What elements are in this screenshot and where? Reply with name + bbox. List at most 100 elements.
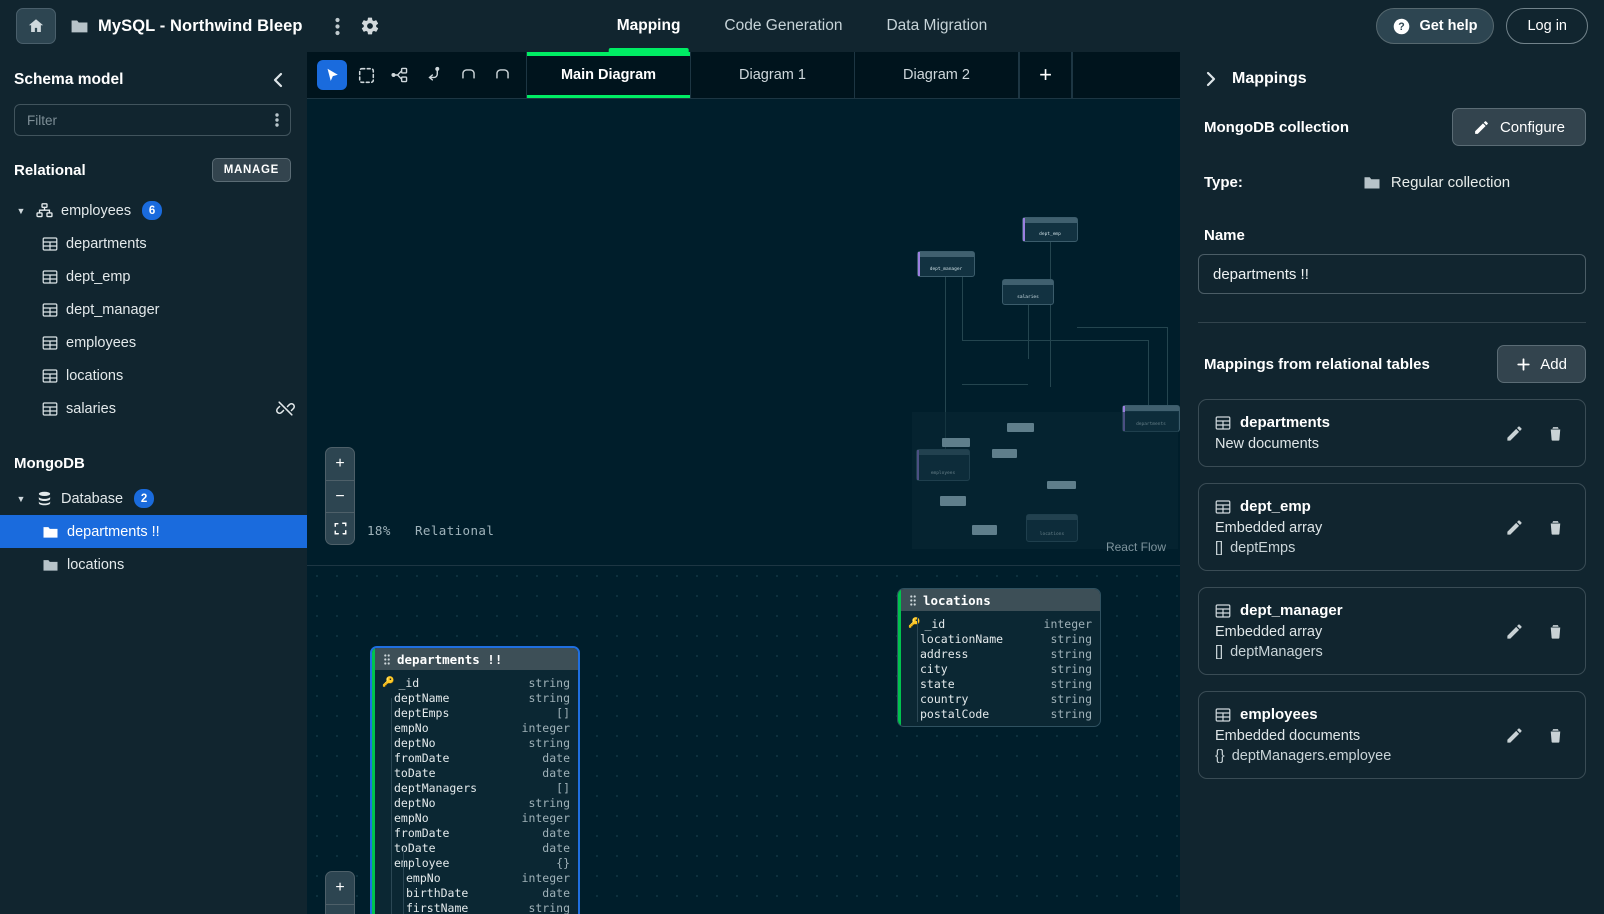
add-mapping-button[interactable]: Add: [1497, 345, 1586, 383]
project-breadcrumb: MySQL - Northwind Bleep: [70, 17, 303, 36]
kebab-menu-icon[interactable]: [325, 13, 351, 39]
app-root: MySQL - Northwind Bleep Mapping Code Gen…: [0, 0, 1604, 914]
drag-handle-icon[interactable]: [910, 594, 916, 606]
mapping-card-departments[interactable]: departments New documents: [1198, 399, 1586, 467]
sidebar-table-label: salaries: [66, 400, 116, 417]
field-type: integer: [521, 870, 570, 885]
trash-icon[interactable]: [1546, 726, 1565, 745]
tab-diagram-2[interactable]: Diagram 2: [854, 52, 1019, 98]
get-help-button[interactable]: ? Get help: [1376, 8, 1495, 44]
zoom-in-button[interactable]: +: [326, 448, 354, 480]
mapping-card-dept-emp[interactable]: dept_emp Embedded array [] deptEmps: [1198, 483, 1586, 571]
login-button[interactable]: Log in: [1506, 8, 1588, 44]
schema-node-header[interactable]: departments !!: [372, 648, 578, 670]
tree-root-employees[interactable]: ▼ employees 6: [0, 194, 307, 227]
filter-field[interactable]: [14, 104, 291, 136]
mongodb-diagram-canvas[interactable]: departments !! 🔑 _id string deptName string…: [307, 566, 1180, 914]
relational-diagram-canvas[interactable]: dept_emp dept_manager salaries departmen…: [307, 99, 1180, 566]
sidebar-collection-departments[interactable]: departments !!: [0, 515, 307, 548]
trash-icon[interactable]: [1546, 518, 1565, 537]
sidebar-table-dept-manager[interactable]: dept_manager: [0, 293, 307, 326]
collection-name-input[interactable]: [1213, 265, 1571, 283]
pencil-icon[interactable]: [1505, 518, 1524, 537]
diagram-node[interactable]: salaries: [1002, 279, 1054, 305]
marquee-select-tool[interactable]: [351, 60, 381, 90]
unlink-icon[interactable]: [276, 399, 295, 418]
sidebar-table-dept-emp[interactable]: dept_emp: [0, 260, 307, 293]
nav-tab-data-migration[interactable]: Data Migration: [864, 0, 1009, 52]
project-tools: [325, 13, 383, 39]
key-icon: 🔑: [382, 677, 395, 688]
chevron-left-icon[interactable]: [267, 70, 289, 90]
node-accent-bar: [372, 648, 375, 914]
schema-node-locations[interactable]: locations 🔑 _id integer locationName string…: [897, 588, 1101, 727]
add-label: Add: [1540, 355, 1567, 373]
tree-root-label: employees: [61, 202, 132, 219]
sidebar-table-employees[interactable]: employees: [0, 326, 307, 359]
table-icon: [42, 269, 58, 285]
fit-view-icon[interactable]: [326, 512, 354, 544]
zoom-out-button[interactable]: −: [326, 904, 354, 914]
diagram-edge: [1077, 327, 1167, 328]
field-type: string: [1050, 691, 1092, 706]
field-type: {}: [556, 855, 570, 870]
field-name: postalCode: [920, 706, 990, 721]
tree-root-database[interactable]: ▼ Database 2: [0, 482, 307, 515]
drag-handle-icon[interactable]: [384, 653, 390, 665]
field-type: string: [528, 675, 570, 690]
chevron-right-icon[interactable]: [1204, 71, 1218, 87]
nav-tab-mapping[interactable]: Mapping: [595, 0, 703, 52]
configure-button[interactable]: Configure: [1451, 108, 1586, 146]
pencil-icon[interactable]: [1505, 424, 1524, 443]
search-input[interactable]: [27, 112, 270, 128]
tab-main-diagram[interactable]: Main Diagram: [526, 52, 691, 98]
schema-field-row: deptName string: [372, 690, 578, 705]
field-type: string: [1050, 661, 1092, 676]
chevron-down-icon[interactable]: ▼: [14, 494, 28, 504]
mapping-card-path-row: [] deptEmps: [1215, 540, 1495, 556]
trash-icon[interactable]: [1546, 622, 1565, 641]
diagram-node-label: dept_emp: [1039, 232, 1061, 237]
select-tool[interactable]: [317, 60, 347, 90]
zoom-in-button[interactable]: +: [326, 872, 354, 904]
sidebar-collection-locations[interactable]: locations: [0, 548, 307, 581]
trash-icon[interactable]: [1546, 424, 1565, 443]
minimap[interactable]: [912, 412, 1178, 549]
sidebar-table-departments[interactable]: departments: [0, 227, 307, 260]
folder-icon: [42, 525, 59, 539]
pencil-icon[interactable]: [1505, 726, 1524, 745]
folder-icon: [70, 18, 89, 34]
diagram-node[interactable]: dept_manager: [917, 251, 975, 277]
undo-tool[interactable]: [453, 60, 483, 90]
manage-button[interactable]: MANAGE: [211, 158, 291, 182]
sidebar-table-salaries[interactable]: salaries: [0, 392, 307, 425]
diagram-node[interactable]: dept_emp: [1022, 217, 1078, 242]
add-relationship-tool[interactable]: [419, 60, 449, 90]
field-type: integer: [1043, 616, 1092, 631]
schema-node-header[interactable]: locations: [898, 589, 1100, 611]
add-diagram-button[interactable]: +: [1019, 52, 1072, 98]
mapping-card-employees[interactable]: employees Embedded documents {} deptMana…: [1198, 691, 1586, 779]
chevron-down-icon[interactable]: ▼: [14, 206, 28, 216]
mappings-panel: Mappings MongoDB collection Configure Ty…: [1180, 52, 1604, 914]
schema-field-row: 🔑 _id integer: [898, 616, 1100, 631]
collection-name-field[interactable]: [1198, 254, 1586, 294]
schema-node-departments[interactable]: departments !! 🔑 _id string deptName string…: [370, 646, 580, 914]
field-name: _id: [398, 675, 420, 690]
sidebar-table-locations[interactable]: locations: [0, 359, 307, 392]
mapping-card-dept-manager[interactable]: dept_manager Embedded array [] deptManag…: [1198, 587, 1586, 675]
schema-field-row: address string: [898, 646, 1100, 661]
pencil-icon[interactable]: [1505, 622, 1524, 641]
gear-icon[interactable]: [357, 13, 383, 39]
kebab-menu-icon[interactable]: [270, 112, 284, 128]
redo-tool[interactable]: [487, 60, 517, 90]
home-button[interactable]: [16, 8, 56, 44]
zoom-out-button[interactable]: −: [326, 480, 354, 512]
mapping-card-title: dept_manager: [1240, 602, 1343, 619]
nav-label: Code Generation: [724, 17, 843, 34]
key-icon: 🔑: [908, 618, 921, 629]
diagram-edge: [1028, 305, 1029, 359]
tab-diagram-1[interactable]: Diagram 1: [690, 52, 855, 98]
add-node-tool[interactable]: [385, 60, 415, 90]
nav-tab-code-generation[interactable]: Code Generation: [702, 0, 864, 52]
